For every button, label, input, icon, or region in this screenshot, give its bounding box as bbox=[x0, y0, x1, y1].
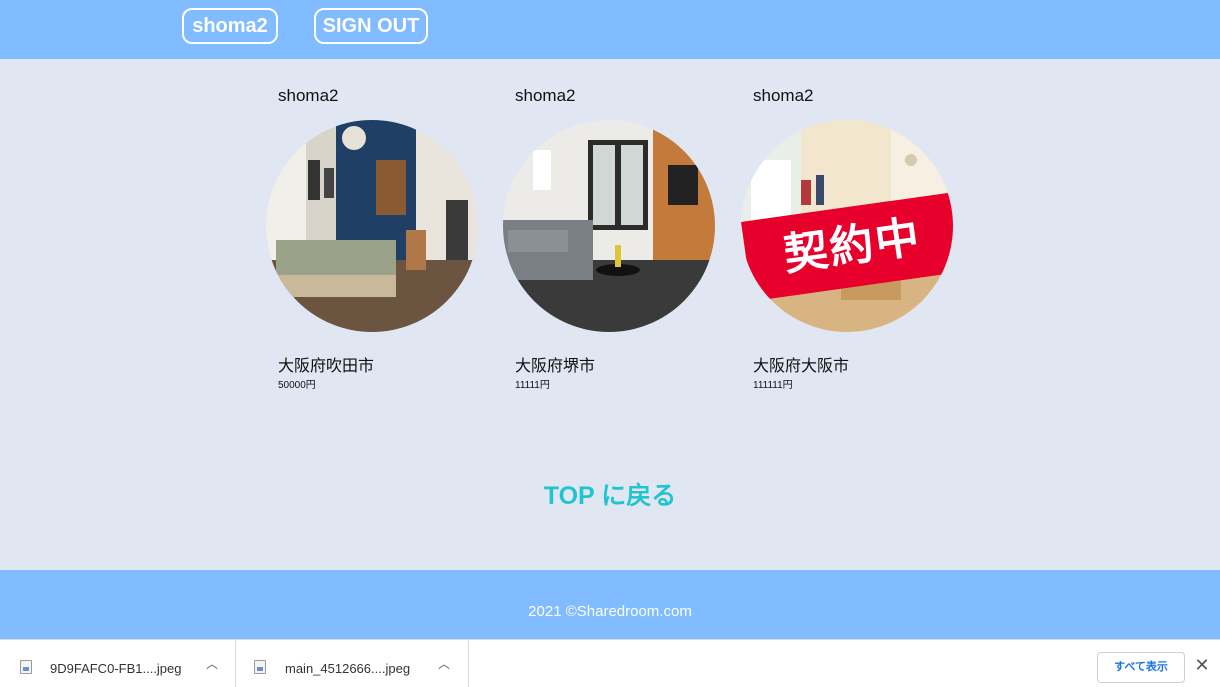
listing-photo[interactable]: 契約中 bbox=[741, 120, 953, 332]
listing-city: 大阪府吹田市 bbox=[278, 358, 375, 375]
listing-photo[interactable] bbox=[503, 120, 715, 332]
site-header: shoma2 SIGN OUT bbox=[0, 0, 1220, 59]
listing-photo[interactable] bbox=[266, 120, 478, 332]
room-photo-living-room bbox=[503, 120, 715, 332]
sign-out-button[interactable]: SIGN OUT bbox=[314, 8, 428, 44]
listing-owner: shoma2 bbox=[753, 86, 814, 105]
download-item[interactable]: main_4512666....jpeg ︿ bbox=[236, 640, 469, 687]
listing-owner: shoma2 bbox=[278, 86, 339, 105]
listing-city: 大阪府堺市 bbox=[515, 358, 596, 375]
copyright-text: 2021 ©Sharedroom.com bbox=[528, 603, 692, 620]
listing-price: 11111円 bbox=[515, 380, 550, 391]
file-icon bbox=[254, 660, 266, 674]
chevron-up-icon[interactable]: ︿ bbox=[437, 657, 451, 671]
site-footer: 2021 ©Sharedroom.com bbox=[0, 570, 1220, 639]
user-button[interactable]: shoma2 bbox=[182, 8, 278, 44]
listing-card[interactable]: shoma2 契約中 大阪府大阪市 111111円 bbox=[741, 86, 981, 396]
listing-card[interactable]: shoma2 大阪府吹田市 50000円 bbox=[266, 86, 506, 396]
room-photo-bedroom bbox=[266, 120, 478, 332]
listing-price: 50000円 bbox=[278, 380, 316, 391]
listing-city: 大阪府大阪市 bbox=[753, 358, 850, 375]
close-icon[interactable]: ✕ bbox=[1194, 656, 1210, 674]
listing-price: 111111円 bbox=[753, 380, 793, 391]
download-bar: 9D9FAFC0-FB1....jpeg ︿ main_4512666....j… bbox=[0, 639, 1220, 687]
listing-card[interactable]: shoma2 大阪府堺市 11111円 bbox=[503, 86, 743, 396]
back-to-top-link[interactable]: TOP に戻る bbox=[0, 476, 1220, 512]
download-filename: 9D9FAFC0-FB1....jpeg bbox=[50, 661, 182, 676]
file-icon bbox=[20, 660, 32, 674]
show-all-downloads-button[interactable]: すべて表示 bbox=[1097, 652, 1185, 683]
chevron-up-icon[interactable]: ︿ bbox=[205, 657, 219, 671]
download-filename: main_4512666....jpeg bbox=[285, 661, 411, 676]
listing-owner: shoma2 bbox=[515, 86, 576, 105]
download-item[interactable]: 9D9FAFC0-FB1....jpeg ︿ bbox=[0, 640, 236, 687]
